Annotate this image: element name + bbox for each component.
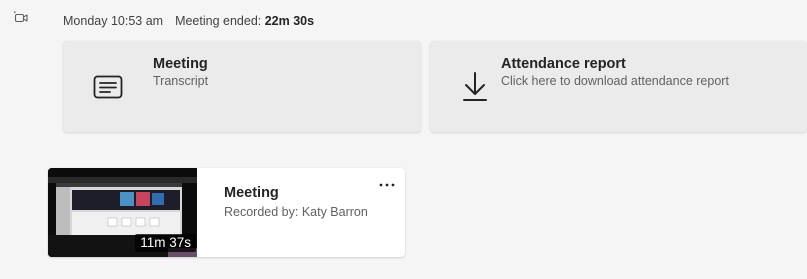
meeting-video-icon <box>13 10 29 26</box>
transcript-card[interactable]: Meeting Transcript <box>63 41 421 132</box>
recording-title: Meeting <box>224 185 279 201</box>
recording-duration-badge: 11m 37s <box>135 234 196 252</box>
more-options-icon[interactable] <box>378 177 396 193</box>
meeting-date-time: Monday 10:53 am <box>63 14 164 28</box>
attendance-card-title: Attendance report <box>501 56 626 72</box>
transcript-card-subtitle: Transcript <box>153 74 209 88</box>
meeting-ended-label: Meeting ended: <box>175 14 262 28</box>
transcript-icon <box>93 75 123 99</box>
recording-card[interactable]: 11m 37s Meeting Recorded by: Katy Barron <box>48 168 405 257</box>
meeting-header: Monday 10:53 am Meeting ended: 22m 30s <box>63 14 314 28</box>
attendance-report-card[interactable]: Attendance report Click here to download… <box>430 41 807 132</box>
recording-subtitle: Recorded by: Katy Barron <box>224 205 368 219</box>
meeting-duration: 22m 30s <box>264 14 315 28</box>
attendance-card-subtitle: Click here to download attendance report <box>501 74 729 88</box>
download-icon <box>462 71 488 103</box>
recording-thumbnail[interactable]: 11m 37s <box>48 168 197 257</box>
transcript-card-title: Meeting <box>153 56 208 72</box>
